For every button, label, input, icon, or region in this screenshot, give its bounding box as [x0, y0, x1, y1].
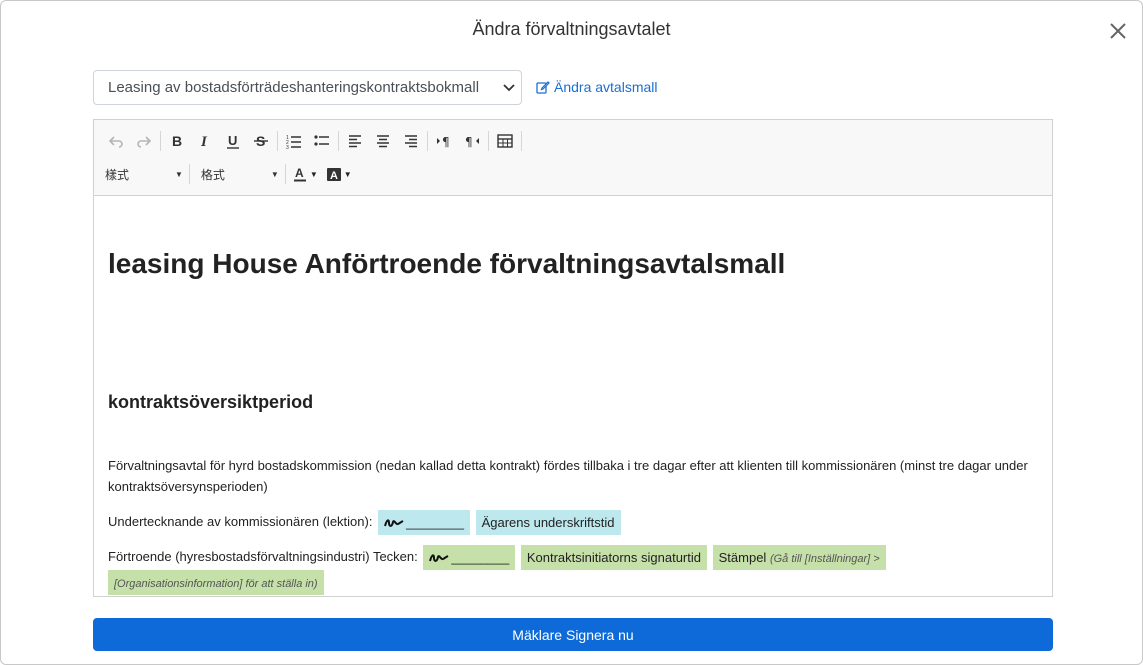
- broker-sign-now-button[interactable]: Mäklare Signera nu: [93, 618, 1053, 651]
- svg-text:3: 3: [286, 145, 289, 149]
- align-left-button[interactable]: [341, 129, 369, 153]
- svg-text:A: A: [330, 170, 338, 182]
- bold-icon: B: [172, 133, 182, 149]
- commissioner-signature-label: Undertecknande av kommissionären (lektio…: [108, 513, 373, 529]
- edit-template-link[interactable]: Ändra avtalsmall: [536, 79, 658, 95]
- toolbar-separator: [338, 131, 339, 151]
- strikethrough-button[interactable]: S: [247, 129, 275, 153]
- table-button[interactable]: [491, 129, 519, 153]
- document-title: leasing House Anförtroende förvaltningsa…: [108, 248, 786, 279]
- stamp-label: Stämpel: [718, 550, 767, 565]
- stamp-field[interactable]: Stämpel (Gå till [Inställningar] >: [712, 545, 886, 570]
- svg-text:B: B: [172, 133, 182, 149]
- style-dropdown-label: 樣式: [105, 167, 130, 182]
- signature-icon: [384, 518, 404, 527]
- document-subtitle: kontraktsöversiktperiod: [108, 392, 314, 412]
- table-icon: [497, 134, 513, 148]
- template-select[interactable]: Leasing av bostadsförträdeshanteringskon…: [93, 70, 522, 105]
- caret-down-icon: ▼: [270, 169, 279, 179]
- underline-icon: U: [227, 133, 239, 149]
- undo-button[interactable]: [102, 129, 130, 153]
- undo-icon: [108, 136, 123, 148]
- align-center-icon: [377, 135, 389, 148]
- rich-text-editor[interactable]: B I U S 123 ¶ ¶ 樣式 ▼ 格式 ▼ A ▼ A ▼ leasin…: [93, 119, 1053, 597]
- toolbar-separator: [160, 131, 161, 151]
- align-center-button[interactable]: [369, 129, 397, 153]
- ltr-button[interactable]: ¶: [430, 129, 458, 153]
- align-right-icon: [405, 135, 417, 148]
- toolbar-row-2: 樣式 ▼ 格式 ▼ A ▼ A ▼: [102, 162, 356, 186]
- caret-down-icon: ▼: [343, 169, 352, 179]
- text-color-button[interactable]: A ▼: [288, 162, 322, 186]
- close-icon: [1110, 23, 1126, 39]
- edit-icon: [536, 81, 550, 94]
- rtl-icon: ¶: [465, 135, 479, 149]
- style-dropdown[interactable]: 樣式 ▼: [102, 162, 187, 186]
- editor-toolbar: B I U S 123 ¶ ¶ 樣式 ▼ 格式 ▼ A ▼ A ▼: [94, 120, 1052, 196]
- ltr-icon: ¶: [437, 135, 450, 149]
- editor-content[interactable]: leasing House Anförtroende förvaltningsa…: [94, 196, 1052, 596]
- caret-down-icon: ▼: [309, 169, 318, 179]
- toolbar-separator: [427, 131, 428, 151]
- paragraph-commissioner-signature: Undertecknande av kommissionären (lektio…: [108, 510, 1038, 535]
- text-color-icon: A: [293, 166, 306, 182]
- svg-text:¶: ¶: [442, 135, 450, 149]
- svg-text:A: A: [295, 166, 304, 180]
- italic-button[interactable]: I: [191, 129, 219, 153]
- stamp-hint-part2: [Organisationsinformation] för att ställ…: [114, 578, 318, 590]
- toolbar-separator: [277, 131, 278, 151]
- owner-signature-field[interactable]: ________: [378, 510, 470, 535]
- toolbar-separator: [188, 164, 190, 184]
- background-color-button[interactable]: A ▼: [322, 162, 356, 186]
- modal-title: Ändra förvaltningsavtalet: [472, 19, 671, 39]
- stamp-hint-part1: (Gå till [Inställningar] >: [769, 553, 880, 565]
- bullet-list-button[interactable]: [308, 129, 336, 153]
- align-right-button[interactable]: [397, 129, 425, 153]
- owner-sign-time-field[interactable]: Ägarens underskriftstid: [475, 510, 621, 535]
- bullet-list-icon: [314, 135, 329, 146]
- format-dropdown[interactable]: 格式 ▼: [192, 162, 283, 186]
- svg-text:¶: ¶: [465, 135, 473, 149]
- stamp-field-continued[interactable]: [Organisationsinformation] för att ställ…: [108, 570, 324, 595]
- ordered-list-icon: 123: [286, 135, 301, 149]
- svg-text:I: I: [200, 134, 208, 149]
- svg-text:U: U: [228, 133, 237, 148]
- initiator-signature-blank: ________: [451, 550, 510, 565]
- signature-icon: [429, 553, 449, 562]
- toolbar-separator: [488, 131, 489, 151]
- edit-template-label: Ändra avtalsmall: [554, 79, 658, 95]
- format-dropdown-label: 格式: [200, 167, 225, 182]
- chevron-down-icon: [503, 84, 515, 92]
- align-left-icon: [349, 135, 361, 148]
- rtl-button[interactable]: ¶: [458, 129, 486, 153]
- redo-icon: [137, 136, 152, 148]
- redo-button[interactable]: [130, 129, 158, 153]
- strikethrough-icon: S: [254, 133, 268, 149]
- underline-button[interactable]: U: [219, 129, 247, 153]
- toolbar-separator: [521, 131, 522, 151]
- italic-icon: I: [200, 134, 208, 149]
- paragraph-review-period: Förvaltningsavtal för hyrd bostadskommis…: [108, 458, 1028, 494]
- toolbar-row-1: B I U S 123 ¶ ¶: [102, 129, 524, 153]
- template-select-value: Leasing av bostadsförträdeshanteringskon…: [108, 79, 480, 96]
- edit-agreement-modal: Ändra förvaltningsavtalet Leasing av bos…: [0, 0, 1143, 665]
- caret-down-icon: ▼: [175, 169, 183, 179]
- toolbar-separator: [284, 164, 286, 184]
- trustee-signature-label: Förtroende (hyresbostadsförvaltningsindu…: [108, 548, 418, 564]
- paragraph-trustee-signature: Förtroende (hyresbostadsförvaltningsindu…: [108, 545, 1038, 595]
- initiator-sign-time-field[interactable]: Kontraktsinitiatorns signaturtid: [520, 545, 707, 570]
- initiator-signature-field[interactable]: ________: [423, 545, 516, 570]
- ordered-list-button[interactable]: 123: [280, 129, 308, 153]
- close-button[interactable]: [1106, 19, 1130, 43]
- owner-signature-blank: ________: [406, 515, 464, 530]
- background-color-icon: A: [326, 168, 341, 182]
- bold-button[interactable]: B: [163, 129, 191, 153]
